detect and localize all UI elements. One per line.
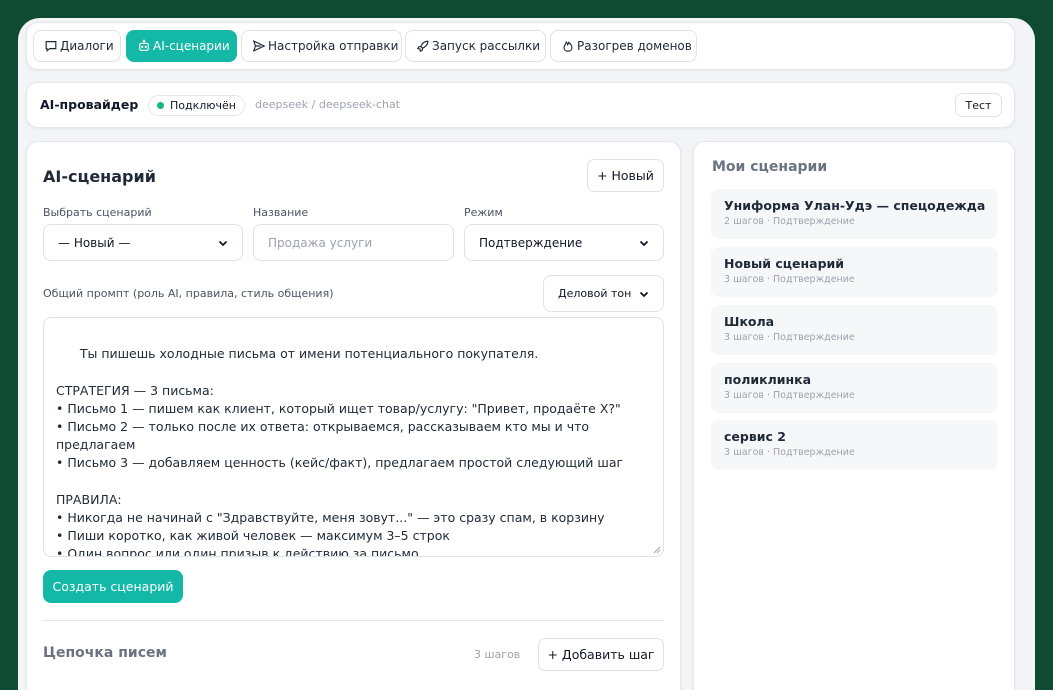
tone-dropdown[interactable]: Деловой тон bbox=[543, 275, 664, 312]
tab-send-settings[interactable]: Настройка отправки bbox=[241, 30, 402, 62]
tone-value: Деловой тон bbox=[558, 287, 632, 300]
status-dot-icon bbox=[157, 102, 164, 109]
scenario-meta: 3 шагов · Подтверждение bbox=[724, 332, 855, 343]
scenario-meta: 3 шагов · Подтверждение bbox=[724, 390, 855, 401]
send-icon bbox=[252, 40, 266, 52]
scenario-list-item[interactable]: Униформа Улан-Удэ — спецодежда 2 шагов ·… bbox=[711, 189, 998, 239]
mode-value: Подтверждение bbox=[479, 235, 583, 250]
tab-label: Настройка отправки bbox=[268, 39, 399, 53]
test-button[interactable]: Тест bbox=[955, 93, 1002, 117]
scenario-list-item[interactable]: Новый сценарий 3 шагов · Подтверждение bbox=[711, 247, 998, 297]
select-scenario-label: Выбрать сценарий bbox=[43, 206, 152, 219]
tab-launch-mailing[interactable]: Запуск рассылки bbox=[405, 30, 546, 62]
ai-provider-bar: AI-провайдер Подключён deepseek / deepse… bbox=[26, 82, 1015, 128]
tab-label: Разогрев доменов bbox=[577, 39, 692, 53]
scenario-name: Школа bbox=[724, 314, 775, 329]
chain-title: Цепочка писем bbox=[43, 645, 167, 661]
my-scenarios-panel: Мои сценарии Униформа Улан-Удэ — спецоде… bbox=[693, 141, 1015, 690]
scenario-editor: AI-сценарий + Новый Выбрать сценарий — Н… bbox=[26, 141, 681, 690]
rocket-icon bbox=[416, 40, 429, 53]
chat-bubble-icon bbox=[45, 41, 57, 53]
tab-domain-warmup[interactable]: Разогрев доменов bbox=[550, 30, 697, 62]
provider-title: AI-провайдер bbox=[40, 97, 139, 112]
scenario-name: сервис 2 bbox=[724, 429, 786, 444]
name-placeholder: Продажа услуги bbox=[268, 235, 373, 250]
scenario-meta: 2 шагов · Подтверждение bbox=[724, 216, 855, 227]
provider-model: deepseek / deepseek-chat bbox=[255, 98, 401, 111]
resize-handle-icon[interactable] bbox=[653, 546, 661, 554]
chevron-down-icon bbox=[218, 240, 228, 246]
flame-icon bbox=[563, 40, 573, 52]
tab-label: AI-сценарии bbox=[153, 39, 230, 53]
scenario-list-item[interactable]: сервис 2 3 шагов · Подтверждение bbox=[711, 420, 998, 470]
scenario-meta: 3 шагов · Подтверждение bbox=[724, 274, 855, 285]
chevron-down-icon bbox=[639, 291, 649, 297]
prompt-label: Общий промпт (роль AI, правила, стиль об… bbox=[43, 287, 334, 300]
prompt-text: Ты пишешь холодные письма от имени потен… bbox=[56, 346, 624, 557]
name-input[interactable]: Продажа услуги bbox=[253, 224, 454, 261]
scenario-name: Новый сценарий bbox=[724, 256, 845, 271]
scenario-list-item[interactable]: поликлинка 3 шагов · Подтверждение bbox=[711, 363, 998, 413]
tab-label: Запуск рассылки bbox=[432, 39, 541, 53]
scenario-list-item[interactable]: Школа 3 шагов · Подтверждение bbox=[711, 305, 998, 355]
select-scenario-value: — Новый — bbox=[58, 235, 131, 250]
create-scenario-button[interactable]: Создать сценарий bbox=[43, 570, 183, 603]
app-window: Диалоги AI-сценарии Настройка отправки З… bbox=[18, 18, 1035, 690]
mode-label: Режим bbox=[464, 206, 503, 219]
tab-dialogs[interactable]: Диалоги bbox=[33, 30, 121, 62]
tab-ai-scenarios[interactable]: AI-сценарии bbox=[126, 30, 237, 62]
select-scenario-dropdown[interactable]: — Новый — bbox=[43, 224, 243, 261]
editor-title: AI-сценарий bbox=[43, 167, 156, 186]
main-tabs: Диалоги AI-сценарии Настройка отправки З… bbox=[26, 22, 1015, 70]
prompt-textarea[interactable]: Ты пишешь холодные письма от имени потен… bbox=[43, 317, 664, 557]
status-badge: Подключён bbox=[148, 95, 245, 116]
scenario-meta: 3 шагов · Подтверждение bbox=[724, 447, 855, 458]
robot-icon bbox=[139, 39, 149, 51]
add-step-button[interactable]: + Добавить шаг bbox=[538, 638, 664, 671]
divider bbox=[43, 620, 664, 621]
chain-steps-count: 3 шагов bbox=[474, 648, 521, 661]
name-label: Название bbox=[253, 206, 309, 219]
scenario-name: Униформа Улан-Удэ — спецодежда bbox=[724, 198, 986, 213]
new-scenario-button[interactable]: + Новый bbox=[587, 159, 664, 192]
status-text: Подключён bbox=[170, 99, 236, 112]
my-scenarios-title: Мои сценарии bbox=[712, 159, 828, 175]
mode-dropdown[interactable]: Подтверждение bbox=[464, 224, 664, 261]
scenario-name: поликлинка bbox=[724, 372, 812, 387]
tab-label: Диалоги bbox=[60, 39, 114, 53]
chevron-down-icon bbox=[639, 240, 649, 246]
